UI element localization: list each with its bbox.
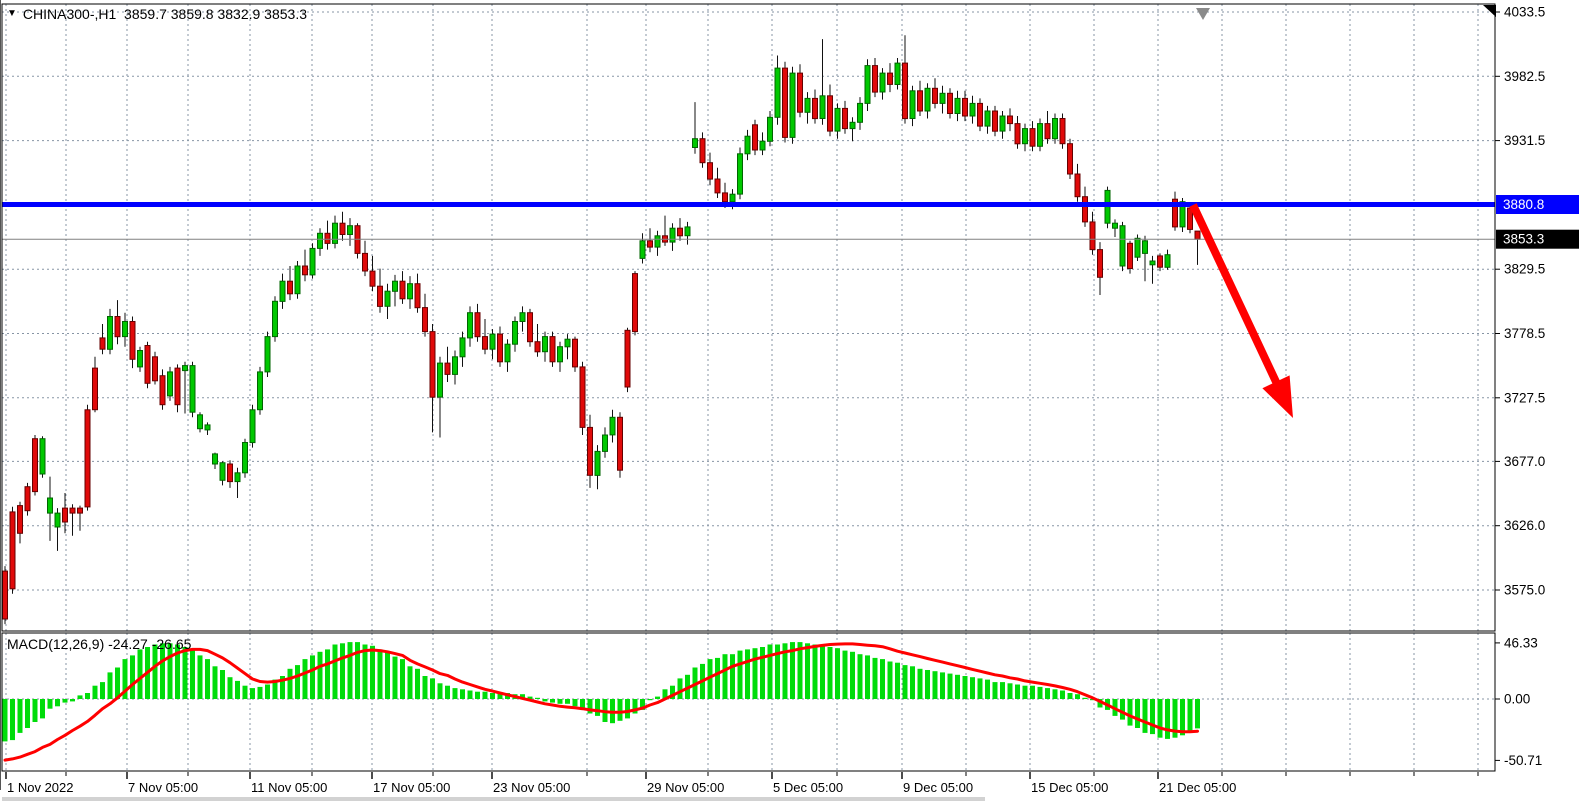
time-axis-label: 11 Nov 05:00 [251, 780, 327, 795]
time-axis-label: 5 Dec 05:00 [773, 780, 843, 795]
macd-axis-label: 0.00 [1504, 692, 1530, 707]
chart-shift-marker-icon[interactable] [1196, 8, 1210, 20]
time-axis-label: 15 Dec 05:00 [1031, 780, 1108, 795]
trend-arrow[interactable] [1193, 205, 1293, 418]
time-axis-label: 1 Nov 2022 [7, 780, 74, 795]
price-axis: 4033.5 3982.5 3931.5 3829.5 3778.5 3727.5 3677… [1495, 5, 1545, 768]
chart-title: ▼ CHINA300-,H1 3859.7 3859.8 3832.9 3853… [7, 6, 307, 22]
macd-indicator-label: MACD(12,26,9) -24.27 -26.65 [7, 636, 191, 652]
collapse-triangle-icon[interactable]: ▼ [7, 9, 17, 19]
time-axis-label: 17 Nov 05:00 [373, 780, 450, 795]
price-axis-label: 3727.5 [1504, 390, 1545, 405]
candles [3, 35, 1201, 624]
chart-title-text: CHINA300-,H1 3859.7 3859.8 3832.9 3853.3 [23, 6, 307, 22]
current-price-badge: 3853.3 [1496, 230, 1579, 249]
macd-axis-label: -50.71 [1504, 753, 1542, 768]
time-axis: 1 Nov 2022 7 Nov 05:00 11 Nov 05:00 17 Nov … [6, 772, 1478, 795]
macd-axis-label: 46.33 [1504, 635, 1538, 650]
time-axis-label: 9 Dec 05:00 [903, 780, 973, 795]
horizontal-scrollbar[interactable] [2, 797, 985, 801]
time-axis-label: 23 Nov 05:00 [493, 780, 570, 795]
price-axis-label: 3931.5 [1504, 133, 1545, 148]
chart-shift-corner-icon[interactable] [1483, 5, 1496, 17]
chart-window: 4033.5 3982.5 3931.5 3829.5 3778.5 3727.5 3677… [0, 0, 1579, 803]
price-axis-label: 3626.0 [1504, 518, 1545, 533]
time-axis-label: 29 Nov 05:00 [647, 780, 724, 795]
svg-text:3853.3: 3853.3 [1503, 232, 1544, 247]
price-axis-label: 3982.5 [1504, 69, 1545, 84]
svg-text:3880.8: 3880.8 [1503, 197, 1544, 212]
time-axis-label: 7 Nov 05:00 [128, 780, 198, 795]
price-axis-label: 4033.5 [1504, 5, 1545, 20]
time-axis-label: 21 Dec 05:00 [1159, 780, 1236, 795]
price-axis-label: 3778.5 [1504, 326, 1545, 341]
line-price-badge: 3880.8 [1496, 195, 1579, 214]
price-axis-label: 3575.0 [1504, 583, 1545, 598]
macd-histogram [3, 642, 1201, 741]
main-panel-border [2, 4, 1495, 631]
price-axis-label: 3677.0 [1504, 454, 1545, 469]
chart-canvas[interactable]: 4033.5 3982.5 3931.5 3829.5 3778.5 3727.5 3677… [0, 0, 1579, 803]
price-axis-label: 3829.5 [1504, 262, 1545, 277]
